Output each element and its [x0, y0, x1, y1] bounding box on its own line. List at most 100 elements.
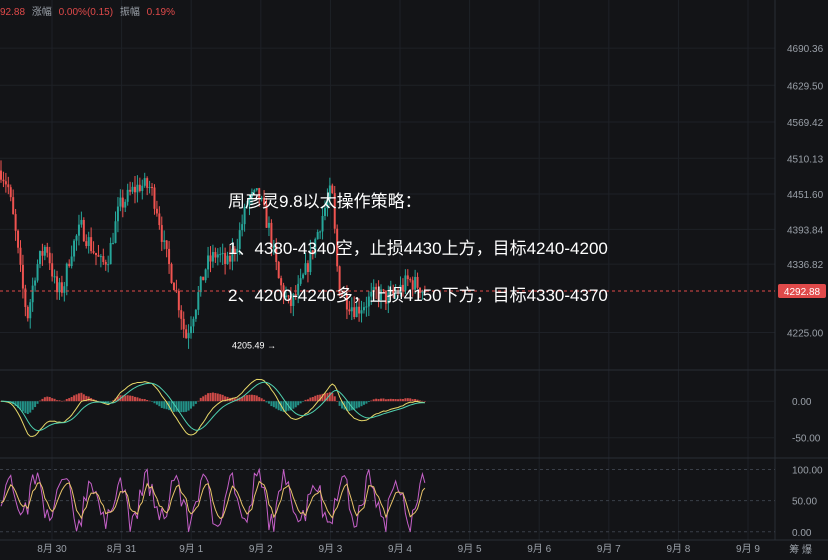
macd-histogram-bar [87, 396, 90, 402]
macd-histogram-bar [338, 401, 341, 406]
y-tick-label: 4569.42 [787, 118, 824, 129]
macd-histogram-bar [48, 396, 51, 402]
amplitude-label: 振幅 [119, 7, 140, 18]
candle-body [87, 237, 90, 246]
macd-histogram-bar [397, 399, 400, 402]
macd-histogram-bar [392, 398, 395, 402]
macd-histogram-bar [355, 401, 358, 409]
macd-histogram-bar [65, 398, 68, 402]
macd-histogram-bar [394, 399, 397, 402]
macd-histogram-bar [68, 398, 71, 402]
candle-body [21, 264, 24, 289]
macd-tick-label: -50.00 [792, 434, 821, 445]
candle-body [165, 240, 168, 249]
y-tick-label: 4336.82 [787, 260, 824, 271]
macd-histogram-bar [129, 395, 132, 402]
y-tick-label: 4451.60 [787, 190, 824, 201]
macd-histogram-bar [404, 398, 407, 402]
amplitude-value: 0.19% [146, 7, 175, 18]
candle-body [185, 329, 188, 339]
osc-tick-label: 50.00 [792, 497, 817, 508]
macd-histogram-bar [365, 401, 368, 404]
candle-body [19, 247, 22, 265]
candle-body [136, 184, 139, 193]
candle-body [85, 241, 88, 246]
macd-histogram-bar [34, 401, 37, 408]
candle-body [190, 326, 193, 334]
candle-body [26, 306, 29, 319]
low-price-annotation: 4205.49 → [232, 340, 276, 350]
candle-body [9, 187, 12, 198]
candle-body [207, 255, 210, 270]
macd-histogram-bar [377, 399, 380, 402]
y-tick-label: 4690.36 [787, 44, 824, 55]
macd-histogram-bar [246, 395, 249, 402]
candle-body [63, 286, 66, 293]
macd-histogram-bar [360, 401, 363, 407]
candle-body [95, 252, 98, 256]
macd-histogram-bar [41, 398, 44, 402]
macd-histogram-bar [151, 401, 154, 402]
macd-histogram-bar [29, 401, 32, 413]
macd-histogram-bar [58, 400, 61, 402]
macd-histogram-bar [163, 401, 166, 409]
candle-body [214, 252, 217, 258]
candle-body [172, 282, 175, 291]
macd-histogram-bar [73, 395, 76, 402]
macd-histogram-bar [138, 398, 141, 402]
macd-histogram-bar [253, 395, 256, 402]
candle-body [151, 187, 154, 189]
candle-body [73, 240, 76, 257]
strategy-line-2: 2、4200-4240多，止损4150下方，目标4330-4370 [228, 286, 608, 305]
macd-histogram-bar [294, 401, 297, 408]
strategy-line-1: 1、4380-4340空，止损4430上方，目标4240-4200 [228, 239, 608, 258]
candle-body [187, 333, 190, 339]
x-tick-label: 9月 8 [666, 543, 690, 555]
macd-histogram-bar [38, 400, 41, 402]
macd-histogram-bar [63, 400, 66, 402]
candle-body [43, 246, 46, 256]
candle-body [48, 252, 51, 264]
osc-tick-label: 100.00 [792, 465, 823, 476]
candle-body [82, 219, 85, 242]
macd-histogram-bar [26, 401, 29, 415]
candle-body [129, 189, 132, 192]
candle-body [65, 263, 68, 287]
macd-histogram-bar [316, 394, 319, 402]
candle-body [177, 290, 180, 311]
macd-histogram-bar [43, 397, 46, 402]
candle-body [41, 251, 44, 256]
macd-histogram-bar [267, 401, 270, 404]
macd-histogram-bar [226, 396, 229, 402]
macd-histogram-bar [136, 397, 139, 402]
macd-histogram-bar [126, 395, 129, 402]
macd-histogram-bar [406, 398, 409, 402]
macd-histogram-bar [209, 392, 212, 402]
macd-histogram-bar [411, 399, 414, 402]
macd-histogram-bar [304, 399, 307, 402]
candle-body [204, 269, 207, 281]
macd-histogram-bar [141, 398, 144, 402]
macd-histogram-bar [207, 393, 210, 402]
macd-histogram-bar [255, 395, 258, 402]
candle-body [114, 221, 117, 243]
macd-histogram-bar [375, 398, 378, 402]
candle-body [56, 276, 59, 293]
candle-body [2, 179, 5, 182]
macd-histogram-bar [399, 398, 402, 402]
header-stats: 92.88 涨幅 0.00%(0.15) 振幅 0.19% [0, 3, 179, 18]
macd-histogram-bar [21, 401, 24, 412]
macd-histogram-bar [155, 401, 158, 405]
corner-label: 筹 爆 [789, 545, 812, 556]
macd-dif-line [0, 378, 425, 437]
macd-histogram-bar [158, 401, 161, 407]
macd-panel [0, 378, 426, 437]
macd-histogram-bar [107, 401, 110, 403]
candle-body [141, 185, 144, 191]
macd-histogram-bar [124, 395, 127, 402]
change-value: 0.00%(0.15) [58, 7, 114, 18]
candle-body [53, 276, 56, 278]
y-tick-label: 4629.50 [787, 81, 824, 92]
candle-body [133, 186, 136, 193]
strategy-overlay: 周彦灵9.8以太操作策略： 1、4380-4340空，止损4430上方，目标42… [228, 189, 608, 312]
